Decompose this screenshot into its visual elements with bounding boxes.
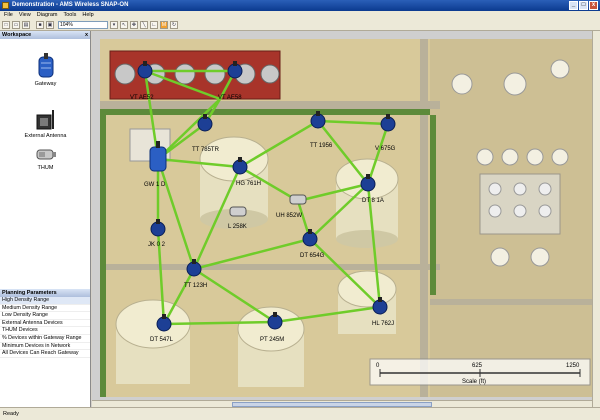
palette-item-gateway[interactable]: Gateway (0, 53, 91, 87)
menu-tools[interactable]: Tools (64, 11, 77, 20)
gateway-icon (38, 53, 53, 78)
scale-bar: 0 625 1250 Scale (ft) (369, 358, 591, 386)
hedge (430, 115, 436, 295)
planning-item[interactable]: All Devices Can Reach Gateway (0, 350, 90, 358)
measure-icon[interactable]: ∟ (150, 21, 158, 29)
menu-bar: File View Diagram Tools Help (0, 11, 600, 20)
palette-item-thum[interactable]: THUM (0, 147, 91, 171)
close-button[interactable]: x (589, 1, 598, 10)
device-label: UH 852W (276, 213, 302, 219)
palette-label-thum: THUM (37, 165, 54, 171)
zoom-dropdown-icon[interactable]: ▾ (110, 21, 118, 29)
scale-mid: 625 (472, 363, 483, 369)
road (100, 264, 440, 270)
antenna-icon (36, 110, 54, 130)
device-label: VT AE58 (218, 95, 242, 101)
planning-item[interactable]: % Devices within Gateway Range (0, 335, 90, 343)
planning-list: High Density Range Medium Density Range … (0, 297, 90, 358)
diagram-canvas[interactable]: 0 625 1250 Scale (ft) VT AE52 VT AE58 TT… (92, 31, 600, 407)
planning-item[interactable]: Low Density Range (0, 312, 90, 320)
maximize-button[interactable]: □ (579, 1, 588, 10)
road (430, 299, 592, 305)
device-label: DT 8 1A (362, 198, 384, 204)
thum-device[interactable] (229, 206, 247, 217)
device-label: HG 761H (236, 181, 261, 187)
menu-file[interactable]: File (4, 11, 13, 20)
workspace-panel: Workspace x Gateway External Antenna THU… (0, 31, 91, 289)
status-bar: Ready (0, 407, 600, 420)
device-label: TT 785TR (192, 147, 220, 153)
device-label: TT 1956 (310, 143, 333, 149)
planning-panel: Planning Parameters High Density Range M… (0, 289, 91, 407)
planning-item[interactable]: Medium Density Range (0, 305, 90, 313)
vertical-scrollbar[interactable] (592, 31, 600, 407)
device-label: DT 654G (300, 253, 325, 259)
road (420, 39, 428, 397)
plant-map[interactable]: 0 625 1250 Scale (ft) VT AE52 VT AE58 TT… (100, 39, 592, 397)
device-label: VT AE52 (130, 95, 154, 101)
device-label: V 675G (375, 146, 396, 152)
planning-title: Planning Parameters (2, 290, 57, 296)
minimize-button[interactable]: _ (569, 1, 578, 10)
pan-icon[interactable]: ✥ (130, 21, 138, 29)
map-mode-button[interactable]: M (160, 21, 168, 29)
scale-label: Scale (ft) (462, 379, 486, 385)
palette-label-gateway: Gateway (34, 81, 57, 87)
palette-label-antenna: External Antenna (24, 133, 67, 139)
draw-icon[interactable]: ╲ (140, 21, 148, 29)
title-bar: Demonstration - AMS Wireless SNAP-ON _ □… (0, 0, 600, 11)
print-icon[interactable]: ▤ (22, 21, 30, 29)
thum-icon (36, 149, 56, 160)
refresh-icon[interactable]: ↻ (170, 21, 178, 29)
window-title: Demonstration - AMS Wireless SNAP-ON (12, 2, 129, 8)
device-label: DT 547L (150, 337, 174, 343)
device-label: PT 245M (260, 337, 284, 343)
toolbar-separator (32, 21, 34, 29)
device-label: GW 1 D (144, 182, 166, 188)
device-label: HL 762J (372, 321, 394, 327)
status-text: Ready (3, 411, 19, 417)
palette-item-antenna[interactable]: External Antenna (0, 109, 91, 139)
planning-item[interactable]: External Antenna Devices (0, 320, 90, 328)
export-icon[interactable]: ▣ (46, 21, 54, 29)
pointer-icon[interactable]: ↖ (120, 21, 128, 29)
thum-device[interactable] (289, 194, 307, 205)
hedge (100, 113, 106, 397)
device-label: L 258K (228, 224, 247, 230)
menu-view[interactable]: View (19, 11, 31, 20)
planning-item[interactable]: Minimum Devices in Network (0, 343, 90, 351)
planning-item[interactable]: High Density Range (0, 297, 90, 305)
planning-header: Planning Parameters (0, 289, 90, 297)
open-icon[interactable]: ▭ (12, 21, 20, 29)
toolbar: □ ▭ ▤ ■ ▣ 104% ▾ ↖ ✥ ╲ ∟ M ↻ (0, 20, 600, 31)
menu-diagram[interactable]: Diagram (37, 11, 58, 20)
device-label: JK 0 2 (148, 242, 166, 248)
save-icon[interactable]: ■ (36, 21, 44, 29)
menu-help[interactable]: Help (82, 11, 93, 20)
device-label: TT 123H (184, 283, 207, 289)
zoom-select[interactable]: 104% (58, 21, 108, 29)
planning-item[interactable]: THUM Devices (0, 327, 90, 335)
horizontal-scrollbar[interactable] (92, 400, 592, 407)
app-icon (2, 2, 9, 9)
workspace-close-icon[interactable]: x (85, 31, 88, 39)
scale-end: 1250 (566, 363, 580, 369)
workspace-header: Workspace x (0, 31, 90, 39)
workspace-title: Workspace (2, 32, 32, 38)
new-icon[interactable]: □ (2, 21, 10, 29)
